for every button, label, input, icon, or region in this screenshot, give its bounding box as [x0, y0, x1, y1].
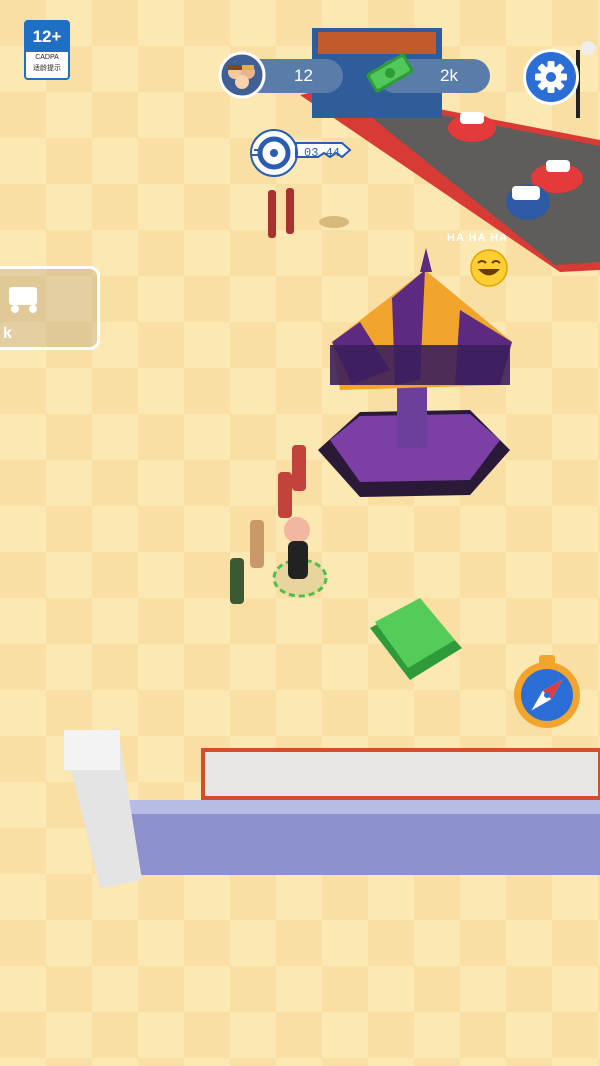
key-timer-time: 03 44 [304, 146, 341, 160]
waiting-visitors [268, 188, 294, 238]
cash-icon [366, 53, 414, 93]
age-rating-number: 12+ [26, 22, 68, 52]
visitors-count: 12 [294, 66, 313, 85]
visitors-icon [218, 51, 266, 99]
ticket-drop-zone[interactable]: k [0, 266, 100, 350]
laugh-bubble: HA HA HA [447, 230, 527, 290]
cash-stack[interactable] [370, 598, 462, 680]
laugh-text: HA HA HA [447, 232, 508, 244]
floor-spot [319, 216, 349, 228]
boundary-wall [64, 728, 600, 888]
ticket-drop-price: k [3, 325, 12, 342]
compass-button[interactable] [512, 655, 582, 729]
age-rating-org: CADPA [35, 54, 59, 61]
laugh-emoji-icon [470, 249, 508, 287]
player-character [272, 517, 328, 598]
bumper-car-blue [506, 184, 550, 220]
settings-button[interactable] [523, 49, 579, 105]
money-amount: 2k [440, 66, 458, 85]
age-rating-note: 适龄提示 [33, 65, 61, 72]
key-timer[interactable]: 03 44 [246, 126, 356, 185]
age-rating-badge: 12+ CADPA 适龄提示 [24, 20, 70, 80]
gear-icon [535, 61, 567, 93]
cart-icon [9, 287, 37, 313]
